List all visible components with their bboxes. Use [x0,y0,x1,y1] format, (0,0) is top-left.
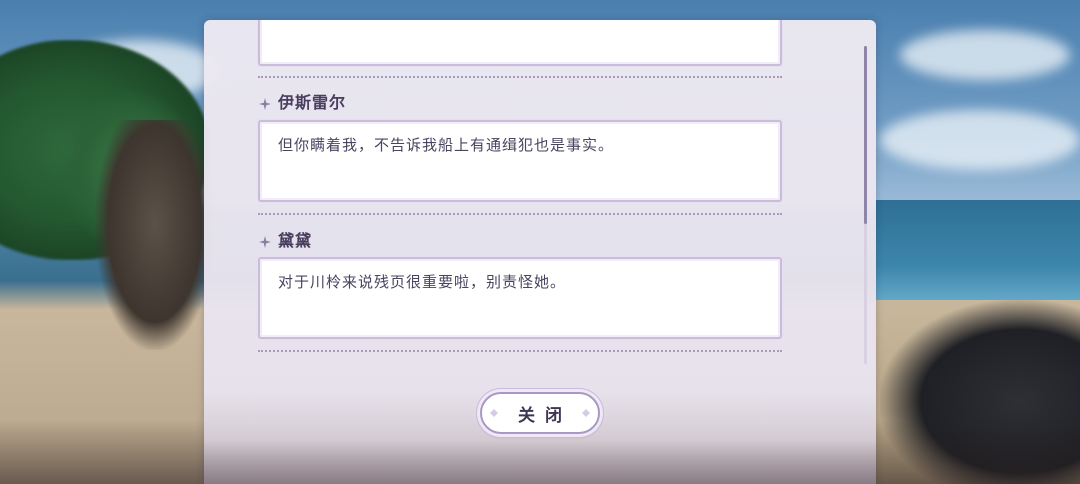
entry-divider [258,76,782,78]
dialog-line-text: 对于川柃来说残页很重要啦，别责怪她。 [278,273,567,291]
cloud [900,30,1070,80]
dialog-text-box: 对于川柃来说残页很重要啦，别责怪她。 [258,257,782,339]
diamond-icon [582,409,590,417]
sparkle-icon [259,98,271,110]
close-button-label: 关闭 [518,405,572,426]
sea [876,200,1080,310]
diamond-icon [490,409,498,417]
speaker-name: 伊斯雷尔 [278,93,347,112]
dialog-log-list[interactable]: 伊斯雷尔 但你瞒着我，不告诉我船上有通缉犯也是事实。 黛黛 对于川柃来说残页很重… [258,20,782,360]
speaker-name: 黛黛 [278,231,313,250]
cloud [880,110,1080,170]
scrollbar-thumb[interactable] [864,46,867,224]
entry-divider [258,213,782,215]
speaker-row: 伊斯雷尔 [258,90,346,112]
dialog-log-panel: 伊斯雷尔 但你瞒着我，不告诉我船上有通缉犯也是事实。 黛黛 对于川柃来说残页很重… [204,20,876,484]
sparkle-icon [259,236,271,248]
entry-divider [258,350,782,352]
panel-bottom-fade [204,440,876,484]
speaker-row: 黛黛 [258,228,312,250]
scrollbar-track[interactable] [864,46,867,364]
dialog-text-box: 但你瞒着我，不告诉我船上有通缉犯也是事实。 [258,120,782,202]
dialog-line-text: 但你瞒着我，不告诉我船上有通缉犯也是事实。 [278,136,615,154]
character-silhouette-left [95,120,215,350]
close-button[interactable]: 关闭 [480,392,600,434]
dialog-text-box [258,20,782,66]
